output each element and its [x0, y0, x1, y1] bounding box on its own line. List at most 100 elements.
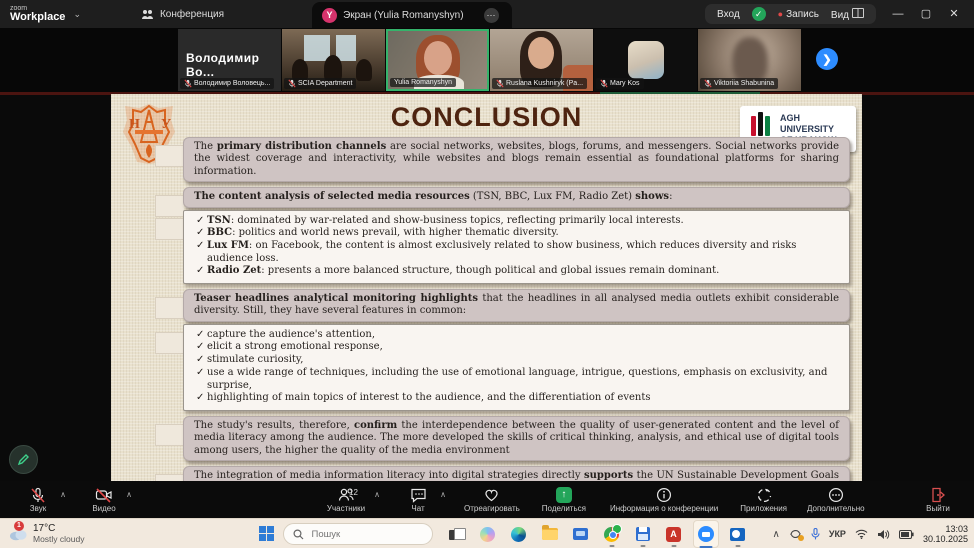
- check-item: ✓BBC: politics and world news prevail, w…: [196, 227, 839, 240]
- check-item: ✓Lux FM: on Facebook, the content is alm…: [196, 240, 839, 265]
- participant-tile[interactable]: SCIA Department: [282, 29, 385, 91]
- titlebar-actions: Вход ✓ ●Запись Вид: [705, 4, 876, 24]
- language-indicator[interactable]: УКР: [829, 529, 846, 539]
- muted-mic-icon: [288, 79, 296, 88]
- volume-icon[interactable]: [877, 529, 890, 540]
- check-icon: ✓: [196, 354, 204, 367]
- logo-text-workplace: Workplace: [10, 12, 65, 23]
- notification-badge: 1: [14, 521, 24, 531]
- record-indicator[interactable]: ●Запись: [778, 9, 819, 20]
- acrobat-icon[interactable]: A: [662, 521, 686, 547]
- slide-block-row: Teaser headlines analytical monitoring h…: [183, 289, 850, 322]
- search-icon: [293, 529, 304, 540]
- weather-widget[interactable]: 1 17°C Mostly cloudy: [8, 524, 85, 544]
- task-view-button[interactable]: [445, 521, 469, 547]
- more-label: Дополнительно: [807, 504, 865, 513]
- participant-tile[interactable]: Viktoriia Shabunina: [698, 29, 801, 91]
- participant-name-text: Viktoriia Shabunina: [714, 80, 774, 87]
- participant-name-text: SCIA Department: [298, 80, 352, 87]
- meeting-toolbar: Звук ∧ Видео ∧ Участники 12: [0, 481, 974, 518]
- participant-tile[interactable]: Володимир Во... Володимир Воловець...: [178, 29, 281, 91]
- search-box[interactable]: [283, 523, 433, 545]
- more-button[interactable]: Дополнительно: [803, 487, 869, 513]
- outlook-icon[interactable]: [726, 521, 750, 547]
- muted-mic-icon: [496, 79, 504, 88]
- block-edge-tab: [155, 195, 184, 217]
- annotation-pencil-button[interactable]: [9, 445, 38, 474]
- video-menu-chevron[interactable]: ∧: [126, 490, 132, 499]
- zoom-workplace-logo[interactable]: zoom Workplace ⌄: [10, 5, 81, 23]
- slide-block: The integration of media information lit…: [183, 466, 850, 481]
- file-explorer-icon[interactable]: [538, 521, 562, 547]
- start-button[interactable]: [259, 526, 275, 542]
- chevron-down-icon: ⌄: [73, 9, 81, 20]
- tab-screen-share[interactable]: Y Экран (Yulia Romanyshyn) ⋯: [312, 2, 512, 28]
- slide-blocks: The primary distribution channels are so…: [111, 137, 862, 481]
- search-input[interactable]: [310, 528, 404, 541]
- chrome-icon[interactable]: [600, 521, 624, 547]
- view-button[interactable]: Вид: [831, 8, 864, 21]
- security-shield-icon[interactable]: ✓: [752, 7, 766, 21]
- muted-mic-icon: [184, 79, 192, 88]
- participants-button[interactable]: Участники 12 ∧: [320, 487, 372, 513]
- record-dot-icon: ●: [778, 9, 783, 19]
- slide-block-row: ✓capture the audience's attention,✓elici…: [183, 324, 850, 411]
- system-tray: ∧ УКР: [773, 524, 968, 544]
- next-participants-button[interactable]: ❯: [816, 48, 838, 70]
- copilot-icon[interactable]: [476, 521, 500, 547]
- tab-options-icon[interactable]: ⋯: [484, 8, 499, 23]
- floppy-app-icon[interactable]: [631, 521, 655, 547]
- participant-name-label: Viktoriia Shabunina: [700, 78, 778, 89]
- tray-chevron-icon[interactable]: ∧: [773, 529, 780, 540]
- participants-strip: Володимир Во... Володимир Воловець... SC…: [0, 28, 974, 92]
- share-screen-button[interactable]: ↑ Поделиться: [538, 487, 590, 513]
- apps-button[interactable]: Приложения: [736, 487, 791, 513]
- check-item: ✓TSN: dominated by war-related and show-…: [196, 215, 839, 228]
- leave-door-icon: [930, 487, 946, 503]
- leave-button[interactable]: Выйти: [912, 487, 964, 513]
- minimize-button[interactable]: —: [884, 0, 912, 28]
- participant-tile[interactable]: Mary Kos: [594, 29, 697, 91]
- chat-menu-chevron[interactable]: ∧: [440, 490, 446, 499]
- battery-icon[interactable]: [899, 530, 914, 539]
- pencil-icon: [17, 453, 30, 466]
- maximize-button[interactable]: ▢: [912, 0, 940, 28]
- login-button[interactable]: Вход: [717, 9, 740, 20]
- check-item: ✓highlighting of main topics of interest…: [196, 392, 839, 405]
- person-portrait: [528, 37, 554, 69]
- view-label: Вид: [831, 10, 849, 21]
- chat-button[interactable]: Чат ∧: [392, 487, 444, 513]
- pc-app-icon[interactable]: [569, 521, 593, 547]
- meeting-info-button[interactable]: Информация о конференции: [606, 487, 722, 513]
- audio-button[interactable]: Звук ∧: [12, 487, 64, 513]
- check-icon: ✓: [196, 265, 204, 278]
- audio-menu-chevron[interactable]: ∧: [60, 490, 66, 499]
- taskbar-center: A: [259, 520, 750, 548]
- close-button[interactable]: ✕: [940, 0, 968, 28]
- tray-mic-icon[interactable]: [811, 528, 820, 540]
- participants-menu-chevron[interactable]: ∧: [374, 490, 380, 499]
- tab-meeting[interactable]: Конференция: [129, 0, 236, 28]
- zoom-app-icon[interactable]: [693, 520, 719, 548]
- participant-tile-active-speaker[interactable]: Yulia Romanyshyn: [386, 29, 489, 91]
- slide-block: The study's results, therefore, confirm …: [183, 416, 850, 461]
- info-icon: [656, 487, 672, 503]
- zoom-meeting-window: zoom Workplace ⌄ Конференция Y Экран (Yu…: [0, 0, 974, 548]
- react-button[interactable]: Отреагировать: [460, 487, 524, 513]
- profile-photo: [628, 41, 664, 79]
- video-button[interactable]: Видео ∧: [78, 487, 130, 513]
- participant-tile[interactable]: Ruslana Kushniryk (Pa...: [490, 29, 593, 91]
- edge-icon[interactable]: [507, 521, 531, 547]
- slide-block: The content analysis of selected media r…: [183, 187, 850, 207]
- agh-name-line1: AGH University: [780, 113, 852, 135]
- clock-time: 13:03: [923, 524, 968, 534]
- check-icon: ✓: [196, 341, 204, 354]
- person-portrait: [424, 41, 452, 75]
- wifi-icon[interactable]: [855, 529, 868, 539]
- clock[interactable]: 13:03 30.10.2025: [923, 524, 968, 544]
- leave-label: Выйти: [926, 504, 950, 513]
- window-light: [336, 35, 356, 61]
- check-item: ✓elicit a strong emotional response,: [196, 341, 839, 354]
- sync-icon[interactable]: [789, 528, 802, 540]
- heart-icon: [483, 487, 500, 503]
